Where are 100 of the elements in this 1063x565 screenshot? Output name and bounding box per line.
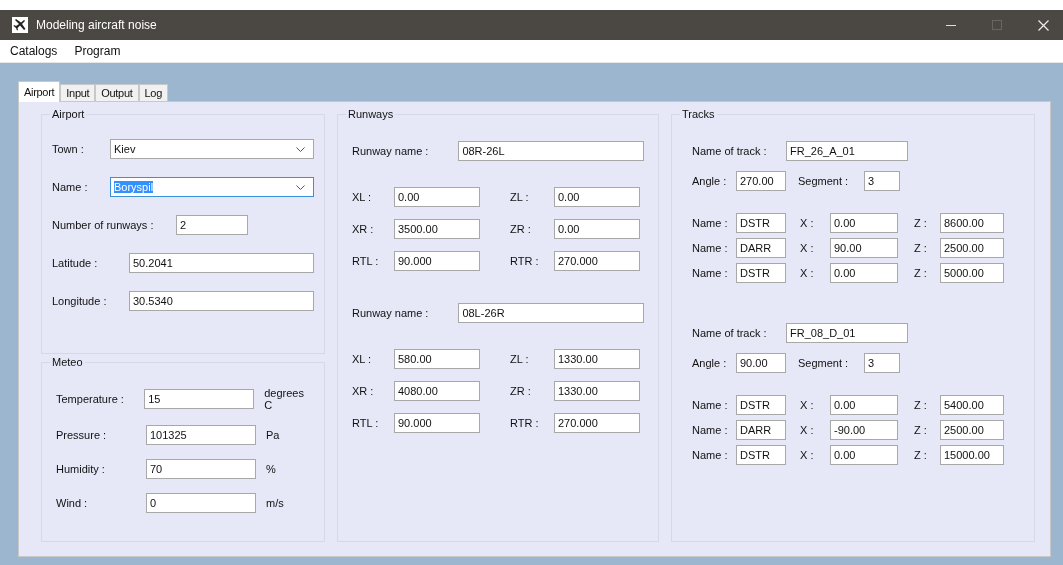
field-label: Longitude :: [52, 295, 108, 307]
unit-label: m/s: [266, 497, 284, 509]
input-field[interactable]: 0.00: [830, 395, 898, 415]
field-label: X :: [800, 424, 815, 436]
field-label: Runway name :: [352, 307, 430, 319]
field-label: XL :: [352, 191, 373, 203]
input-field[interactable]: 3: [864, 353, 900, 373]
input-field[interactable]: 270.000: [554, 413, 640, 433]
close-icon[interactable]: [1038, 19, 1049, 31]
input-field[interactable]: 8600.00: [940, 213, 1004, 233]
input-field[interactable]: 0.00: [554, 187, 640, 207]
field-label: RTL :: [352, 255, 380, 267]
tab[interactable]: Log: [138, 84, 168, 101]
tab[interactable]: Airport: [18, 81, 61, 102]
input-field[interactable]: 90.00: [830, 238, 898, 258]
tab[interactable]: Output: [95, 84, 139, 101]
field-label: ZR :: [510, 223, 532, 235]
input-field[interactable]: DSTR: [736, 263, 786, 283]
input-field[interactable]: 30.5340: [129, 291, 314, 311]
input-field[interactable]: 0.00: [830, 445, 898, 465]
field-label: XL :: [352, 353, 373, 365]
field-label: Pressure :: [55, 429, 108, 441]
input-field[interactable]: 270.000: [554, 251, 640, 271]
field-label: RTR :: [510, 255, 540, 267]
tab[interactable]: Input: [60, 84, 96, 101]
input-field[interactable]: 0.00: [830, 263, 898, 283]
input-field[interactable]: 2: [176, 215, 248, 235]
field-label: Temperature :: [55, 393, 125, 405]
field-label: Name :: [692, 399, 729, 411]
input-field[interactable]: 90.00: [736, 353, 786, 373]
input-field[interactable]: 0: [146, 493, 256, 513]
field-label: Name :: [692, 424, 729, 436]
field-label: X :: [800, 217, 815, 229]
input-field[interactable]: -90.00: [830, 420, 898, 440]
field-label: XR :: [352, 223, 375, 235]
field-label: Z :: [914, 242, 928, 254]
menu-item[interactable]: Catalogs: [10, 44, 58, 58]
input-field[interactable]: 08L-26R: [458, 303, 644, 323]
field-label: Town :: [52, 143, 85, 155]
input-field[interactable]: 1330.00: [554, 381, 640, 401]
input-field[interactable]: 5400.00: [940, 395, 1004, 415]
field-label: Name :: [692, 242, 729, 254]
field-label: Latitude :: [52, 257, 99, 269]
input-field[interactable]: 90.000: [394, 413, 480, 433]
input-field[interactable]: 15000.00: [940, 445, 1004, 465]
input-field[interactable]: DSTR: [736, 213, 786, 233]
field-label: Angle :: [692, 175, 728, 187]
input-field[interactable]: 270.00: [736, 171, 786, 191]
field-label: Runway name :: [352, 145, 430, 157]
input-field[interactable]: 15: [144, 389, 255, 409]
field-label: Name :: [52, 181, 89, 193]
input-field[interactable]: 08R-26L: [458, 141, 644, 161]
input-field[interactable]: FR_26_A_01: [786, 141, 908, 161]
airplane-icon: [12, 17, 28, 33]
group-title: Tracks: [680, 108, 717, 120]
field-label: Name :: [692, 449, 729, 461]
input-field[interactable]: 70: [146, 459, 256, 479]
field-label: Name of track :: [692, 145, 768, 157]
input-field[interactable]: 50.2041: [129, 253, 314, 273]
input-field[interactable]: FR_08_D_01: [786, 323, 908, 343]
input-field[interactable]: 0.00: [830, 213, 898, 233]
input-field[interactable]: 0.00: [394, 187, 480, 207]
input-field[interactable]: 580.00: [394, 349, 480, 369]
caret-icon: [296, 146, 305, 152]
input-field[interactable]: DSTR: [736, 445, 786, 465]
input-field[interactable]: 2500.00: [940, 420, 1004, 440]
group-title: Airport: [50, 108, 87, 120]
input-field[interactable]: DARR: [736, 238, 786, 258]
field-label: Name :: [692, 267, 729, 279]
input-field[interactable]: 3: [864, 171, 900, 191]
field-label: ZR :: [510, 385, 532, 397]
menu-item[interactable]: Program: [74, 44, 121, 58]
field-label: Z :: [914, 449, 928, 461]
input-field[interactable]: DSTR: [736, 395, 786, 415]
field-label: Z :: [914, 267, 928, 279]
field-label: Z :: [914, 217, 928, 229]
field-label: X :: [800, 267, 815, 279]
group-title: Meteo: [50, 356, 85, 368]
input-field[interactable]: 1330.00: [554, 349, 640, 369]
field-label: Name of track :: [692, 327, 768, 339]
input-field[interactable]: DARR: [736, 420, 786, 440]
field-label: Segment :: [798, 175, 850, 187]
input-field[interactable]: 4080.00: [394, 381, 480, 401]
input-field[interactable]: 90.000: [394, 251, 480, 271]
input-field[interactable]: 5000.00: [940, 263, 1004, 283]
field-label: X :: [800, 242, 815, 254]
dropdown[interactable]: Kiev: [110, 139, 314, 159]
field-label: ZL :: [510, 353, 530, 365]
field-label: Z :: [914, 399, 928, 411]
input-field[interactable]: 101325: [146, 425, 256, 445]
input-field[interactable]: 0.00: [554, 219, 640, 239]
input-field[interactable]: 2500.00: [940, 238, 1004, 258]
field-label: Angle :: [692, 357, 728, 369]
field-label: RTL :: [352, 417, 380, 429]
window-title: Modeling aircraft noise: [36, 18, 157, 32]
input-field[interactable]: 3500.00: [394, 219, 480, 239]
field-label: Name :: [692, 217, 729, 229]
caret-icon: [296, 184, 305, 190]
field-label: Wind :: [55, 497, 89, 509]
field-label: Segment :: [798, 357, 850, 369]
